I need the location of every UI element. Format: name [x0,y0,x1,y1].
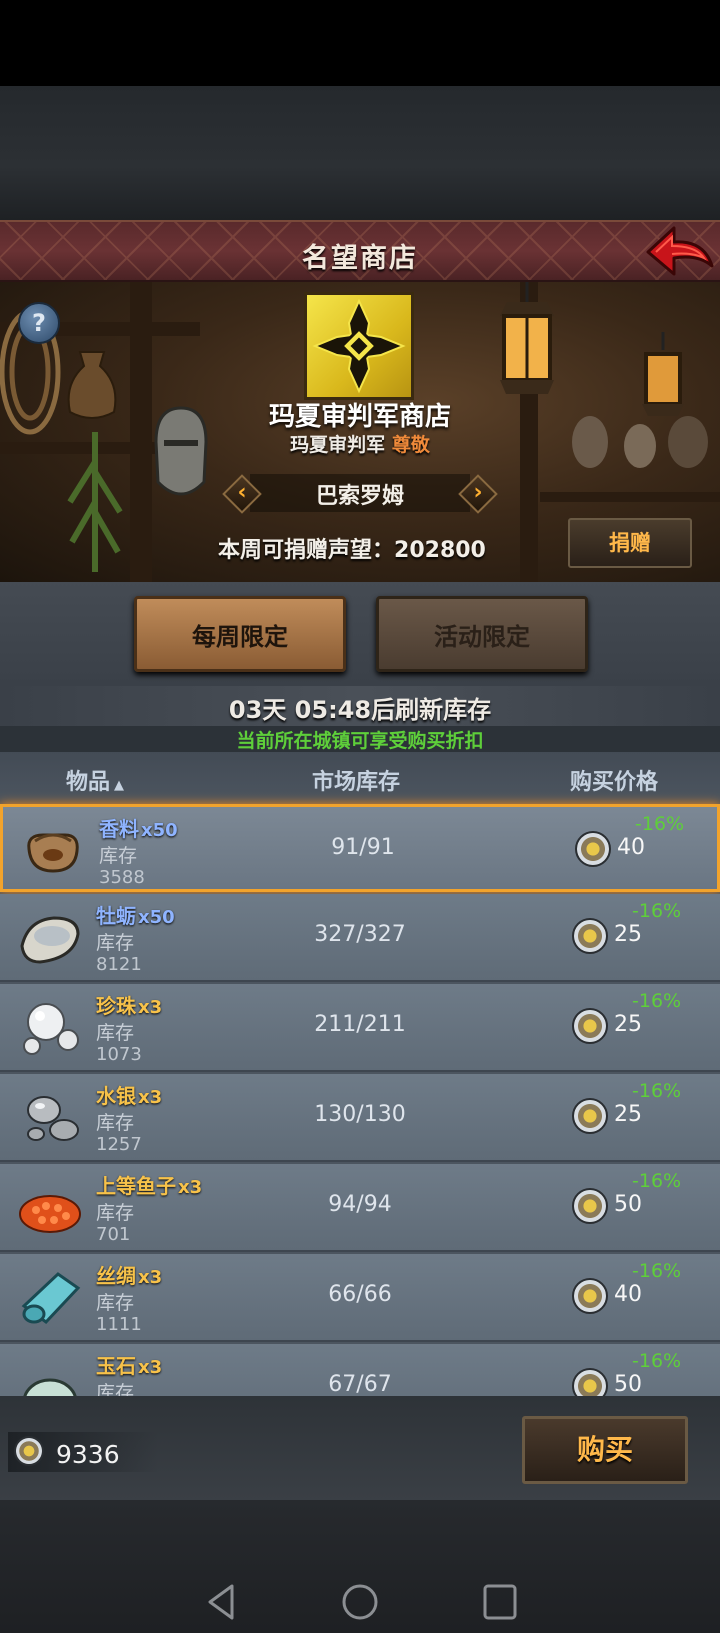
market-stock: 94/94 [328,1192,392,1217]
shop-name: 玛夏审判军商店 [268,402,451,432]
faction-emblem [304,292,414,400]
tab-weekly-limited[interactable]: 每周限定 [134,596,346,672]
buy-button[interactable]: 购买 [522,1416,688,1484]
refresh-suffix: 后刷新库存 [371,696,492,724]
item-row-caviar[interactable]: 上等鱼子 x3 库存 701 94/94 -16% 50 [0,1164,720,1252]
donate-button[interactable]: 捐赠 [568,518,692,568]
reputation-coin-icon [575,831,611,867]
town-selector: ‹ 巴索罗姆 › [220,468,500,518]
item-list[interactable]: 物品 ▲ 市场库存 购买价格 香料 x50 库存 3588 91/91 -16% 4… [0,752,720,1396]
nav-home-icon[interactable] [340,1582,380,1622]
cross-emblem-icon [312,298,406,394]
column-price-header: 购买价格 [570,770,659,795]
market-stock: 211/211 [314,1012,406,1037]
market-stock: 91/91 [331,835,395,860]
status-bar [0,0,720,86]
discount-percent: -16% [635,813,685,835]
discount-percent: -16% [632,1260,682,1282]
market-stock: 130/130 [314,1102,406,1127]
back-arrow-icon [646,226,714,276]
market-stock: 66/66 [328,1282,392,1307]
discount-percent: -16% [632,1080,682,1102]
weekly-donate-info: 本周可捐赠声望：202800 [218,532,486,564]
reputation-coin-icon [572,1278,608,1314]
back-button[interactable] [644,222,716,278]
refresh-timer: 03天 05:48后刷新库存 [0,690,720,725]
chevron-right-icon: › [473,480,483,505]
price-value: 25 [614,1012,642,1037]
item-row-pearl[interactable]: 珍珠 x3 库存 1073 211/211 -16% 25 [0,984,720,1072]
tab-area [0,582,720,686]
item-row-silk[interactable]: 丝绸 x3 库存 1111 66/66 -16% 40 [0,1254,720,1342]
nav-recents-icon[interactable] [482,1582,518,1622]
stock-value: 701 [96,1224,131,1245]
donate-label: 本周可捐赠声望： [218,538,395,563]
help-button[interactable]: ? [18,302,60,344]
stock-value: 8121 [96,954,142,975]
discount-percent: -16% [632,1350,682,1372]
reputation-coin-icon [572,1188,608,1224]
discount-percent: -16% [632,990,682,1012]
price-value: 40 [614,1282,642,1307]
price-value: 25 [614,922,642,947]
sort-ascending-icon: ▲ [114,778,125,793]
item-row-spice[interactable]: 香料 x50 库存 3588 91/91 -16% 40 [0,804,720,892]
faction-name: 玛夏审判军 [290,434,386,456]
market-stock: 327/327 [314,922,406,947]
reputation-coin-icon [572,1008,608,1044]
top-background [0,86,720,220]
nav-back-icon[interactable] [204,1582,238,1622]
refresh-days: 03 [228,696,263,724]
page-title: 名望商店 [302,243,418,274]
discount-percent: -16% [632,1170,682,1192]
stock-value: 1073 [96,1044,142,1065]
currency-value: 9336 [56,1440,120,1469]
refresh-time: 05:48 [294,696,372,724]
reputation-coin-icon [572,1098,608,1134]
list-header: 物品 ▲ 市场库存 购买价格 [0,752,720,804]
reputation-level: 尊敬 [391,434,430,456]
discount-note: 当前所在城镇可享受购买折扣 [0,726,720,752]
lantern-icon [500,282,554,394]
stock-value: 1257 [96,1134,142,1155]
price-value: 40 [617,835,645,860]
item-row-oyster[interactable]: 牡蛎 x50 库存 8121 327/327 -16% 25 [0,894,720,982]
stock-value: 1111 [96,1314,142,1335]
donate-value: 202800 [394,538,486,563]
column-stock-header: 市场库存 [312,770,401,795]
currency-display: 9336 [8,1432,158,1472]
refresh-days-unit: 天 [262,696,287,724]
reputation-coin-icon [14,1436,44,1466]
column-item-header[interactable]: 物品 ▲ [66,764,124,796]
discount-percent: -16% [632,900,682,922]
tab-event-limited[interactable]: 活动限定 [376,596,588,672]
price-value: 25 [614,1102,642,1127]
reputation-coin-icon [572,1368,608,1396]
market-stock: 67/67 [328,1372,392,1396]
stock-value: 3588 [99,867,145,888]
item-row-mercury[interactable]: 水银 x3 库存 1257 130/130 -16% 25 [0,1074,720,1162]
title-bar: 名望商店 [0,220,720,282]
column-item-label: 物品 [66,770,111,795]
next-town-button[interactable]: › [456,472,500,516]
faction-reputation: 玛夏审判军 尊敬 [0,430,720,457]
reputation-coin-icon [572,918,608,954]
price-value: 50 [614,1192,642,1217]
price-value: 50 [614,1372,642,1396]
item-row-jade[interactable]: 玉石 x3 库存 67/67 -16% 50 [0,1344,720,1396]
